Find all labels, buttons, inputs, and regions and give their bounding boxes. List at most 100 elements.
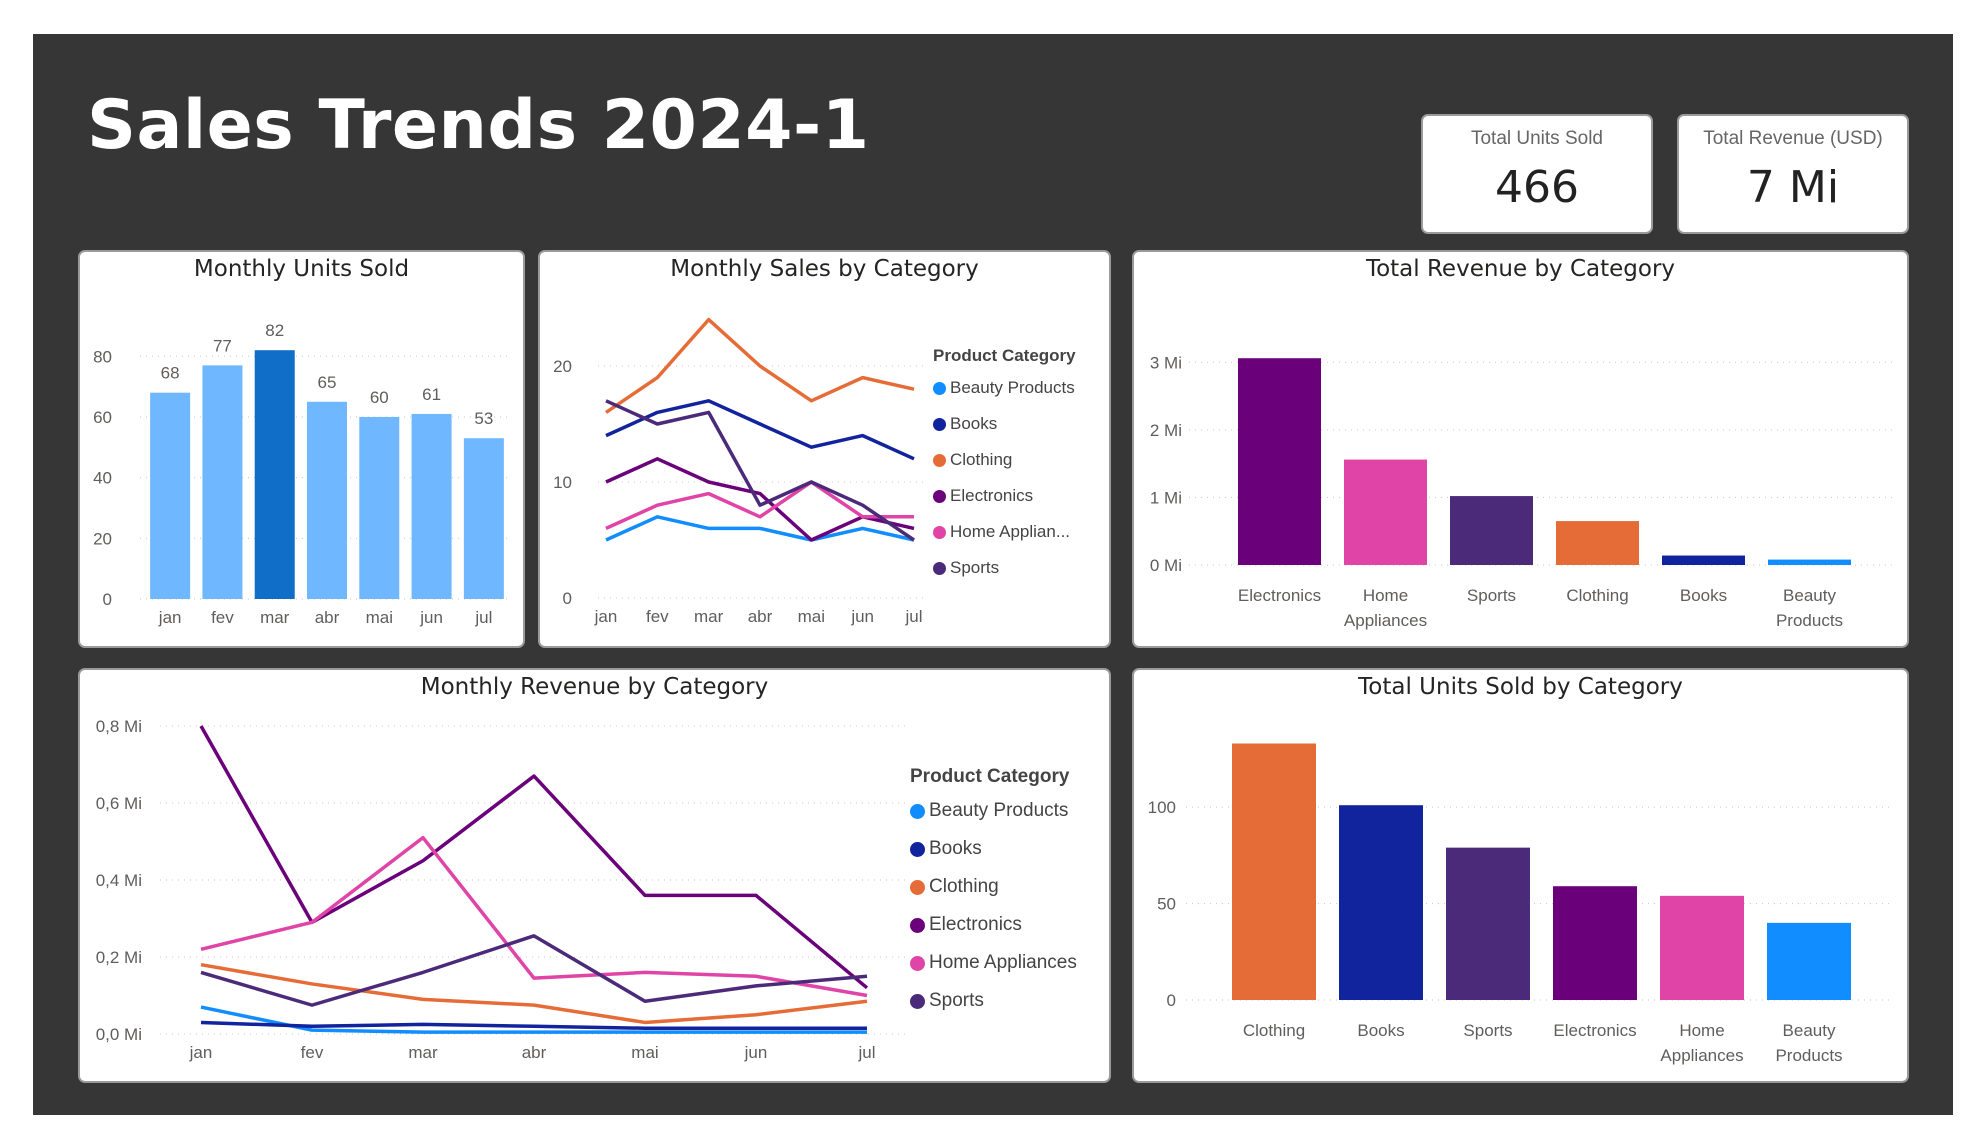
legend-marker <box>910 803 925 819</box>
x-tick-label: Appliances <box>1660 1046 1743 1065</box>
legend-item[interactable]: Clothing <box>910 868 1077 906</box>
legend-item[interactable]: Books <box>910 830 1077 868</box>
x-tick-label: jan <box>158 608 182 627</box>
series-line <box>200 1020 867 1030</box>
kpi-value: 466 <box>1495 162 1579 213</box>
legend-item[interactable]: Sports <box>933 550 1076 586</box>
series-line <box>200 962 868 1025</box>
x-tick-label: jul <box>474 608 492 627</box>
data-label: 77 <box>213 336 232 355</box>
chart-monthly-units-sold: 0 20 40 60 80 68 jan 77 fev 82 mar 65 abr 60 mai 61 jun 5… <box>93 321 510 627</box>
bar <box>307 401 347 599</box>
legend-label: Home Appliances <box>929 952 1077 973</box>
legend-item[interactable]: Beauty Products <box>910 792 1077 830</box>
bar <box>1767 922 1851 1000</box>
x-tick-label: Beauty <box>1783 586 1836 605</box>
legend-label: Beauty Products <box>950 378 1075 397</box>
bar <box>411 413 452 599</box>
legend-marker <box>910 879 925 895</box>
legend-item[interactable]: Beauty Products <box>933 370 1076 406</box>
chart-card-monthly-sales-category[interactable]: Monthly Sales by Category 0 10 20 jan fev mar… <box>538 250 1111 648</box>
y-tick-label: 1 Mi <box>1150 488 1182 507</box>
x-tick-label: Clothing <box>1243 1021 1305 1040</box>
series-line <box>200 835 868 998</box>
x-tick-label: Products <box>1776 611 1843 630</box>
x-tick-label: jan <box>594 607 618 626</box>
chart-card-total-revenue-category[interactable]: Total Revenue by Category 0 Mi 1 Mi 2 Mi 3 … <box>1132 250 1909 648</box>
chart-total-revenue-by-category: 0 Mi 1 Mi 2 Mi 3 Mi Electronics Home Appliance… <box>1150 353 1894 630</box>
x-tick-label: fev <box>646 607 669 626</box>
x-tick-label: jun <box>850 607 874 626</box>
y-tick-label: 20 <box>553 357 572 376</box>
x-tick-label: Home <box>1363 586 1408 605</box>
bar <box>1662 555 1745 565</box>
x-tick-label: Books <box>1357 1021 1404 1040</box>
chart-legend: Product Category Beauty Products Books Clo… <box>933 346 1076 586</box>
legend-item[interactable]: Home Appliances <box>910 944 1077 982</box>
x-tick-label: mar <box>694 607 724 626</box>
legend-marker <box>933 381 946 395</box>
x-tick-label: jul <box>904 607 922 626</box>
chart-card-monthly-units[interactable]: Monthly Units Sold 0 20 40 60 80 68 jan 77 fev 82… <box>78 250 525 648</box>
legend-label: Books <box>950 414 998 433</box>
x-tick-label: Sports <box>1463 1021 1512 1040</box>
legend-label: Electronics <box>929 914 1022 935</box>
x-tick-label: abr <box>315 608 340 627</box>
y-tick-label: 40 <box>93 469 112 488</box>
legend-item[interactable]: Clothing <box>933 442 1076 478</box>
bar <box>254 350 295 599</box>
legend-label: Sports <box>929 990 984 1011</box>
legend-title: Product Category <box>910 766 1070 787</box>
chart-legend: Product Category Beauty Products Books Clo… <box>910 766 1077 1020</box>
legend-item[interactable]: Sports <box>910 982 1077 1020</box>
chart-card-total-units-category[interactable]: Total Units Sold by Category 0 50 100 Cloth… <box>1132 668 1909 1083</box>
bar <box>1232 743 1316 1000</box>
data-label: 68 <box>161 364 180 383</box>
legend-item[interactable]: Books <box>933 406 1076 442</box>
x-tick-label: mai <box>631 1043 658 1062</box>
legend-marker <box>933 489 946 503</box>
x-tick-label: abr <box>522 1043 547 1062</box>
legend-item[interactable]: Electronics <box>910 906 1077 944</box>
legend-marker <box>910 955 925 971</box>
x-tick-label: mai <box>798 607 825 626</box>
kpi-card-units[interactable]: Total Units Sold 466 <box>1421 114 1653 234</box>
y-tick-label: 10 <box>553 473 572 492</box>
y-tick-label: 0 <box>1167 991 1176 1010</box>
y-tick-label: 0,0 Mi <box>96 1025 142 1044</box>
legend-item[interactable]: Electronics <box>933 478 1076 514</box>
bar <box>1344 459 1427 565</box>
bar <box>463 438 504 599</box>
x-tick-label: Clothing <box>1566 586 1628 605</box>
data-label: 61 <box>422 385 441 404</box>
x-tick-label: jul <box>857 1043 875 1062</box>
x-tick-label: jun <box>419 608 443 627</box>
legend-label: Electronics <box>950 486 1034 505</box>
data-label: 65 <box>318 373 337 392</box>
x-tick-label: Appliances <box>1344 611 1427 630</box>
y-tick-label: 0 <box>103 590 112 609</box>
legend-label: Home Applian... <box>950 522 1071 541</box>
legend-marker <box>910 993 925 1009</box>
bar <box>202 365 243 599</box>
chart-total-units-sold-by-category: 0 50 100 Clothing Books Sports Electronics Home… <box>1148 743 1894 1065</box>
legend-item[interactable]: Home Applian... <box>933 514 1076 550</box>
y-tick-label: 0,6 Mi <box>96 794 142 813</box>
x-tick-label: mai <box>366 608 393 627</box>
legend-marker <box>910 841 925 857</box>
bar <box>1660 895 1744 1000</box>
y-tick-label: 50 <box>1157 895 1176 914</box>
y-tick-label: 0 <box>563 589 572 608</box>
series-line <box>605 515 915 542</box>
bar <box>1450 496 1533 565</box>
x-tick-label: Electronics <box>1238 586 1321 605</box>
chart-card-monthly-revenue-category[interactable]: Monthly Revenue by Category 0,0 Mi 0,2 Mi… <box>78 668 1111 1083</box>
kpi-card-revenue[interactable]: Total Revenue (USD) 7 Mi <box>1677 114 1909 234</box>
y-tick-label: 2 Mi <box>1150 421 1182 440</box>
x-tick-label: Beauty <box>1783 1021 1836 1040</box>
legend-label: Sports <box>950 558 1000 577</box>
x-tick-label: Books <box>1680 586 1727 605</box>
legend-marker <box>933 525 946 539</box>
bar <box>359 416 400 599</box>
data-label: 60 <box>370 388 389 407</box>
